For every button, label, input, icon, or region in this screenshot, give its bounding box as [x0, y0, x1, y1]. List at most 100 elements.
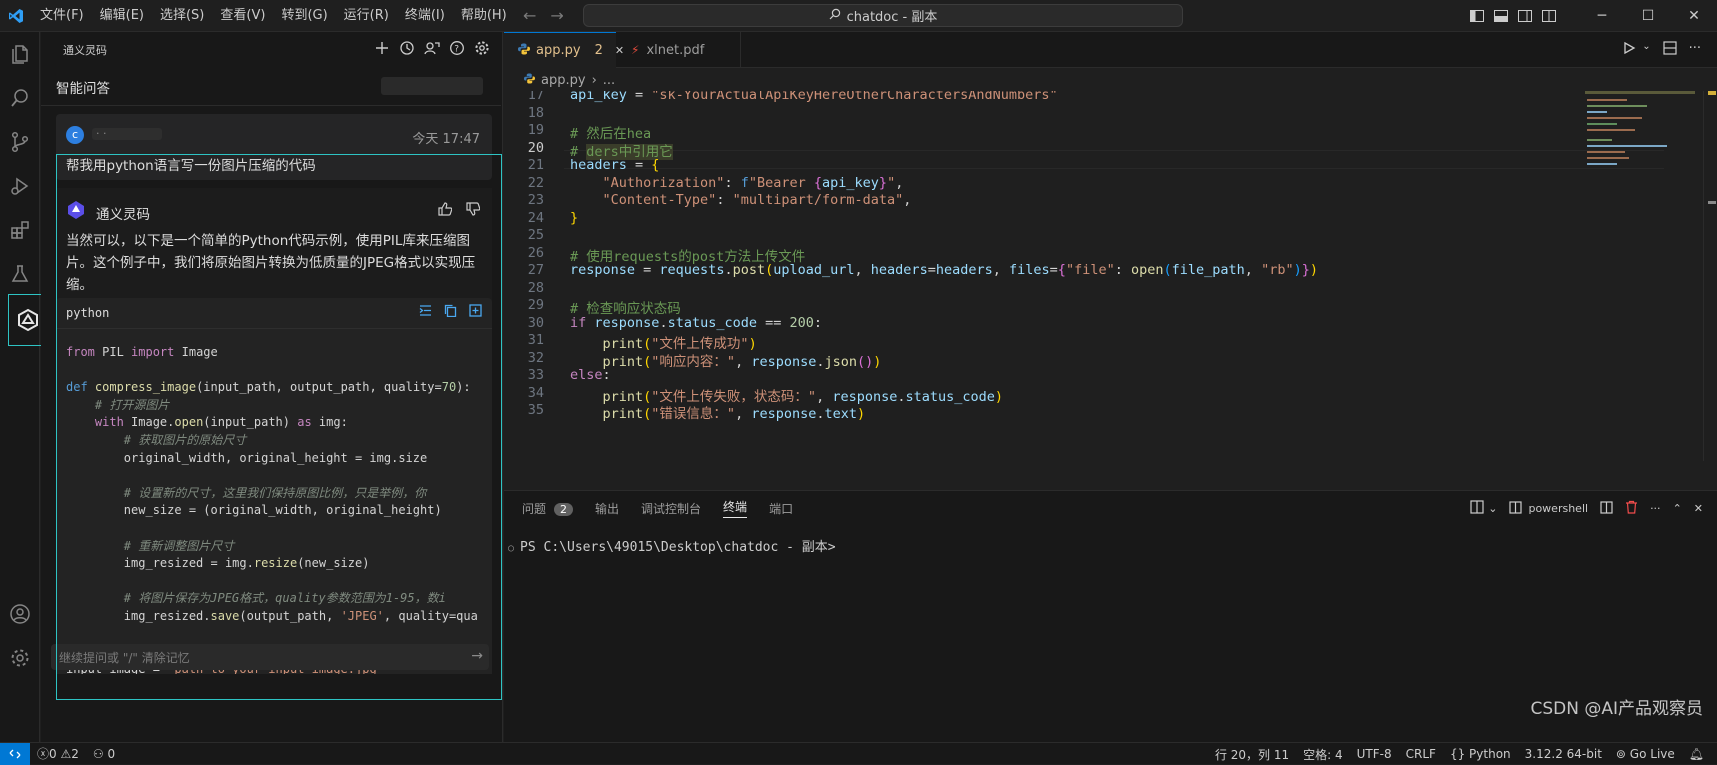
- line-number: 25: [527, 227, 544, 243]
- explorer-icon[interactable]: [0, 32, 40, 76]
- code-token: # 打开源图片: [94, 397, 170, 412]
- code-token: "响应内容：": [651, 353, 736, 370]
- close-icon[interactable]: ✕: [1671, 0, 1717, 32]
- copy-code-icon[interactable]: [444, 304, 457, 321]
- customize-layout-icon[interactable]: [1537, 0, 1561, 32]
- panel-tab[interactable]: 问题 2: [522, 500, 574, 517]
- title-bar: 文件(F) 编辑(E) 选择(S) 查看(V) 转到(G) 运行(R) 终端(I) 帮助(H)…: [0, 0, 1717, 32]
- go-live[interactable]: ⊚ Go Live: [1609, 747, 1682, 761]
- split-terminal-icon[interactable]: [1600, 500, 1613, 517]
- chevron-down-icon[interactable]: ⌄: [1642, 41, 1650, 59]
- menu-item[interactable]: 查看(V): [212, 0, 273, 32]
- run-debug-icon[interactable]: [0, 164, 40, 208]
- assistant-name: 通义灵码: [96, 207, 150, 223]
- panel-tab[interactable]: 输出: [595, 500, 619, 517]
- new-file-icon[interactable]: [469, 304, 482, 321]
- minimap[interactable]: [1585, 91, 1703, 461]
- more-actions-icon[interactable]: ···: [1650, 502, 1661, 515]
- thumbs-down-icon[interactable]: [466, 202, 481, 220]
- testing-flask-icon[interactable]: [0, 252, 40, 296]
- search-icon[interactable]: [0, 76, 40, 120]
- breadcrumb-file[interactable]: app.py: [541, 73, 586, 88]
- run-python-icon[interactable]: [1622, 41, 1636, 59]
- user-message-text: 帮我用python语言写一份图片压缩的代码: [66, 158, 316, 174]
- end-of-line[interactable]: CRLF: [1399, 747, 1443, 761]
- split-editor-icon[interactable]: [1662, 41, 1677, 59]
- menu-item[interactable]: 选择(S): [152, 0, 212, 32]
- editor-scrollbar[interactable]: [1703, 91, 1717, 461]
- code-token: headers: [570, 157, 627, 173]
- panel-tabs: 问题 2 输出 调试控制台 终端 端口: [522, 491, 793, 525]
- settings-gear-icon[interactable]: [474, 40, 490, 60]
- terminal-output[interactable]: ○ PS C:\Users\49015\Desktop\chatdoc - 副本…: [508, 536, 836, 555]
- code-token: original_width, original_height = img.si…: [123, 450, 428, 465]
- menu-item[interactable]: 转到(G): [273, 0, 335, 32]
- tab-xlnet-pdf[interactable]: ⚡ xlnet.pdf: [617, 32, 741, 68]
- python-file-icon: [524, 72, 535, 88]
- chat-input[interactable]: 继续提问或 "/" 清除记忆 →: [51, 644, 489, 670]
- code-token: # 重新调整图片尺寸: [123, 538, 235, 553]
- thumbs-up-icon[interactable]: [438, 202, 453, 220]
- forward-arrow-icon[interactable]: →: [550, 6, 563, 25]
- manage-gear-icon[interactable]: [0, 636, 40, 680]
- code-token: ): [857, 406, 866, 422]
- code-token: open: [174, 415, 204, 430]
- language-mode[interactable]: {} Python: [1443, 747, 1518, 761]
- code-token: =: [927, 262, 936, 278]
- notifications-bell-icon[interactable]: 🔔︎: [1682, 747, 1711, 761]
- code-line: headers = {: [570, 157, 659, 173]
- account-icon[interactable]: [0, 592, 40, 636]
- toggle-primary-sidebar-icon[interactable]: [1465, 0, 1489, 32]
- new-chat-plus-icon[interactable]: [374, 40, 390, 60]
- user-feedback-icon[interactable]: [424, 40, 440, 60]
- panel-tab[interactable]: 调试控制台: [641, 500, 701, 517]
- toggle-panel-icon[interactable]: [1489, 0, 1513, 32]
- back-arrow-icon[interactable]: ←: [523, 6, 536, 25]
- tongyi-logo-icon: [66, 200, 86, 220]
- code-token: {: [813, 174, 823, 191]
- svg-text:?: ?: [454, 45, 459, 55]
- menu-item[interactable]: 编辑(E): [92, 0, 152, 32]
- window-controls: ─ ☐ ✕: [1465, 0, 1717, 32]
- code-token: api_key: [822, 174, 879, 191]
- insert-code-icon[interactable]: [419, 304, 432, 321]
- source-control-icon[interactable]: [0, 120, 40, 164]
- code-token: import: [131, 345, 175, 359]
- chevron-down-icon[interactable]: ⌄: [1488, 502, 1497, 515]
- minimize-icon[interactable]: ─: [1579, 0, 1625, 32]
- menu-item[interactable]: 终端(I): [397, 0, 453, 32]
- menu-item[interactable]: 运行(R): [336, 0, 397, 32]
- code-line: # 设置新的尺寸，这里我们保持原图比例，只是举例，你: [66, 485, 486, 503]
- code-token: if: [570, 314, 587, 331]
- remote-indicator-icon[interactable]: [0, 742, 30, 765]
- ports-status[interactable]: ⚇ 0: [86, 747, 122, 761]
- code-editor[interactable]: 17 api_key = "sk-YourActualApiKeyHereOthe…: [504, 91, 1664, 461]
- tab-app-py[interactable]: app.py 2 ✕: [504, 32, 624, 68]
- toggle-secondary-sidebar-icon[interactable]: [1513, 0, 1537, 32]
- breadcrumb-more[interactable]: ...: [603, 73, 615, 88]
- python-interpreter[interactable]: 3.12.2 64-bit: [1518, 747, 1609, 761]
- send-arrow-icon[interactable]: →: [471, 648, 483, 664]
- chat-history[interactable]: c . . 今天 17:47 帮我用python语言写一份图片压缩的代码 通义灵…: [56, 114, 492, 674]
- code-token: (input_path, output_path, quality=: [196, 380, 442, 395]
- more-actions-icon[interactable]: ···: [1689, 41, 1701, 59]
- menu-item[interactable]: 文件(F): [32, 0, 92, 32]
- trash-icon[interactable]: [1625, 500, 1638, 517]
- problems-status[interactable]: ⓧ0 ⚠2: [30, 745, 86, 762]
- extensions-icon[interactable]: [0, 208, 40, 252]
- panel-tab[interactable]: 端口: [769, 500, 793, 517]
- close-panel-icon[interactable]: ✕: [1694, 502, 1703, 515]
- command-center[interactable]: chatdoc - 副本: [583, 4, 1183, 27]
- panel-tab[interactable]: 终端: [723, 498, 748, 518]
- line-number: 34: [527, 384, 544, 401]
- cursor-position[interactable]: 行 20，列 11: [1208, 746, 1296, 763]
- history-icon[interactable]: [399, 40, 415, 60]
- maximize-icon[interactable]: ☐: [1625, 0, 1671, 32]
- terminal-shell-name[interactable]: powershell: [1528, 502, 1588, 515]
- menu-item[interactable]: 帮助(H): [453, 0, 515, 32]
- layout-split-icon[interactable]: [1470, 500, 1484, 517]
- maximize-panel-icon[interactable]: ⌃: [1673, 502, 1682, 515]
- help-icon[interactable]: ?: [449, 40, 465, 60]
- indentation[interactable]: 空格: 4: [1296, 746, 1350, 763]
- encoding[interactable]: UTF-8: [1350, 747, 1399, 761]
